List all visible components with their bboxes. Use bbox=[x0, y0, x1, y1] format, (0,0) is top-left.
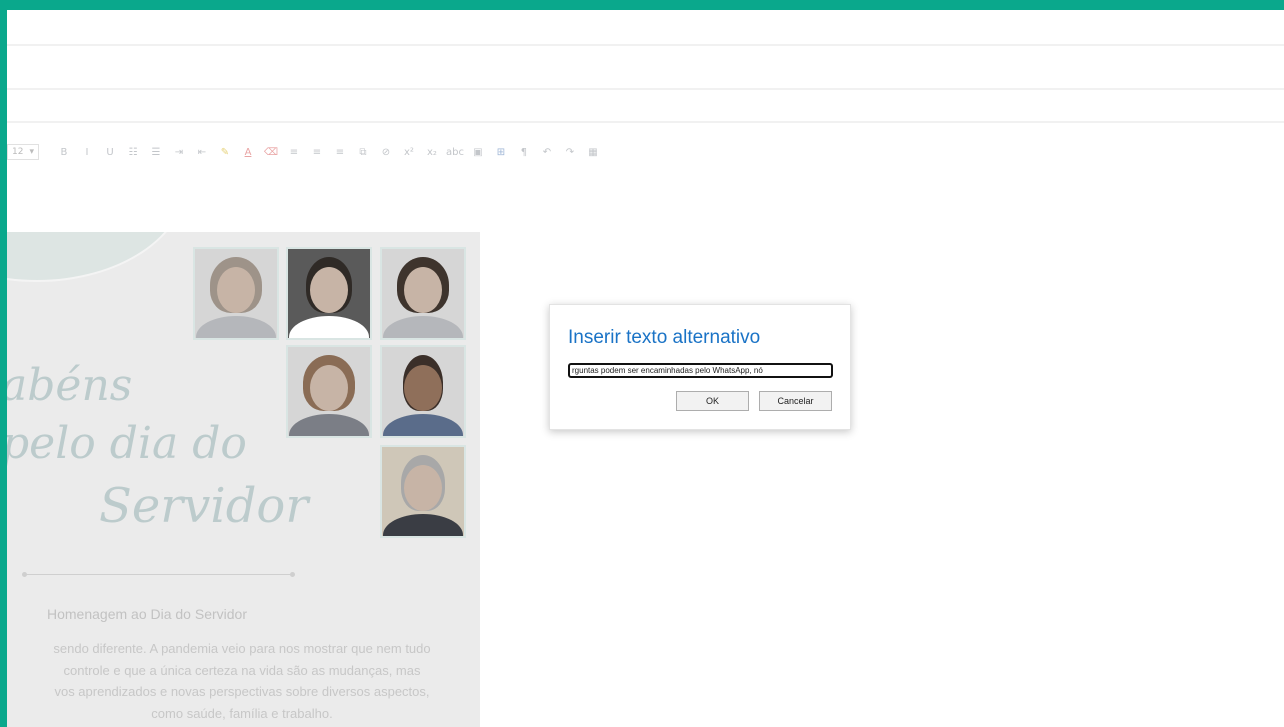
content-subtitle: Homenagem ao Dia do Servidor bbox=[47, 606, 247, 622]
bullet-list-button[interactable]: ☷ bbox=[122, 142, 144, 162]
bold-icon: B bbox=[60, 146, 68, 158]
bullet-list-icon: ☷ bbox=[128, 146, 138, 158]
superscript-button[interactable]: x² bbox=[398, 142, 420, 162]
dialog-title: Inserir texto alternativo bbox=[568, 327, 761, 348]
alt-text-icon: ⊞ bbox=[496, 146, 506, 158]
outdent-button[interactable]: ⇤ bbox=[191, 142, 213, 162]
header-divider bbox=[7, 121, 1284, 123]
photo-man-1 bbox=[286, 247, 372, 340]
italic-button[interactable]: I bbox=[76, 142, 98, 162]
link-icon: ⧉ bbox=[359, 146, 367, 158]
frame-top-border bbox=[0, 0, 1284, 10]
greeting-script-1: abéns bbox=[7, 360, 133, 411]
indent-icon: ⇥ bbox=[174, 146, 184, 158]
ornament-divider bbox=[22, 572, 295, 577]
italic-icon: I bbox=[85, 146, 89, 158]
subscript-button[interactable]: x₂ bbox=[421, 142, 443, 162]
editor-toolbar: 12 ▾ B I U ☷ ☰ ⇥ ⇤ ✎ A ⌫ ≡ ≡ ≡ ⧉ ⊘ x² x₂ abc ▣ ⊞ ¶ ↶ ↷ ▦ bbox=[7, 140, 605, 164]
font-size-value: 12 bbox=[12, 147, 24, 157]
align-left-button[interactable]: ≡ bbox=[283, 142, 305, 162]
bold-button[interactable]: B bbox=[53, 142, 75, 162]
align-center-button[interactable]: ≡ bbox=[306, 142, 328, 162]
ltr-button[interactable]: ¶ bbox=[513, 142, 535, 162]
clear-format-button[interactable]: ⌫ bbox=[260, 142, 282, 162]
font-color-icon: A bbox=[244, 146, 252, 158]
greeting-script-2: pelo dia do bbox=[7, 418, 247, 469]
toolbar-buttons: B I U ☷ ☰ ⇥ ⇤ ✎ A ⌫ ≡ ≡ ≡ ⧉ ⊘ x² x₂ abc ▣ ⊞ ¶ ↶ ↷ ▦ bbox=[53, 142, 605, 162]
underline-icon: U bbox=[106, 146, 114, 158]
numbered-list-icon: ☰ bbox=[151, 146, 161, 158]
frame-left-border bbox=[0, 0, 7, 727]
strikethrough-button[interactable]: abc bbox=[444, 142, 466, 162]
indent-button[interactable]: ⇥ bbox=[168, 142, 190, 162]
content-body: sendo diferente. A pandemia veio para no… bbox=[7, 638, 477, 724]
redo-icon: ↷ bbox=[565, 146, 575, 158]
table-button[interactable]: ▦ bbox=[582, 142, 604, 162]
body-line: vos aprendizados e novas perspectivas so… bbox=[54, 684, 430, 699]
link-button[interactable]: ⧉ bbox=[352, 142, 374, 162]
underline-button[interactable]: U bbox=[99, 142, 121, 162]
align-right-button[interactable]: ≡ bbox=[329, 142, 351, 162]
numbered-list-button[interactable]: ☰ bbox=[145, 142, 167, 162]
image-button[interactable]: ▣ bbox=[467, 142, 489, 162]
photo-man-2 bbox=[380, 345, 466, 438]
superscript-icon: x² bbox=[404, 146, 414, 158]
outdent-icon: ⇤ bbox=[197, 146, 207, 158]
clear-format-icon: ⌫ bbox=[263, 146, 279, 158]
greeting-script-3: Servidor bbox=[99, 478, 309, 534]
photo-woman-1 bbox=[193, 247, 279, 340]
ok-button[interactable]: OK bbox=[676, 391, 749, 411]
photo-woman-3 bbox=[286, 345, 372, 438]
header-divider bbox=[7, 88, 1284, 90]
email-content-area: abéns pelo dia do Servidor Homenagem ao … bbox=[7, 232, 480, 727]
unlink-icon: ⊘ bbox=[381, 146, 391, 158]
body-line: como saúde, família e trabalho. bbox=[151, 705, 333, 721]
body-line: controle e que a única certeza na vida s… bbox=[63, 662, 421, 678]
highlight-icon: ✎ bbox=[220, 146, 230, 158]
table-icon: ▦ bbox=[588, 146, 598, 158]
ltr-icon: ¶ bbox=[520, 146, 528, 158]
decorative-shape bbox=[7, 232, 187, 282]
strikethrough-icon: abc bbox=[445, 146, 464, 158]
alt-text-button[interactable]: ⊞ bbox=[490, 142, 512, 162]
image-icon: ▣ bbox=[473, 146, 483, 158]
chevron-down-icon: ▾ bbox=[29, 147, 34, 157]
font-size-select[interactable]: 12 ▾ bbox=[7, 144, 39, 160]
align-left-icon: ≡ bbox=[289, 146, 299, 158]
photo-woman-2 bbox=[380, 247, 466, 340]
undo-icon: ↶ bbox=[542, 146, 552, 158]
photo-man-3 bbox=[380, 445, 466, 538]
body-line: sendo diferente. A pandemia veio para no… bbox=[53, 641, 431, 656]
unlink-button[interactable]: ⊘ bbox=[375, 142, 397, 162]
alt-text-dialog: Inserir texto alternativo OK Cancelar bbox=[549, 304, 851, 430]
subscript-icon: x₂ bbox=[427, 146, 437, 158]
cancel-button[interactable]: Cancelar bbox=[759, 391, 832, 411]
highlight-button[interactable]: ✎ bbox=[214, 142, 236, 162]
align-center-icon: ≡ bbox=[312, 146, 322, 158]
align-right-icon: ≡ bbox=[335, 146, 345, 158]
font-color-button[interactable]: A bbox=[237, 142, 259, 162]
alt-text-input[interactable] bbox=[568, 363, 833, 378]
header-divider bbox=[7, 44, 1284, 46]
redo-button[interactable]: ↷ bbox=[559, 142, 581, 162]
undo-button[interactable]: ↶ bbox=[536, 142, 558, 162]
